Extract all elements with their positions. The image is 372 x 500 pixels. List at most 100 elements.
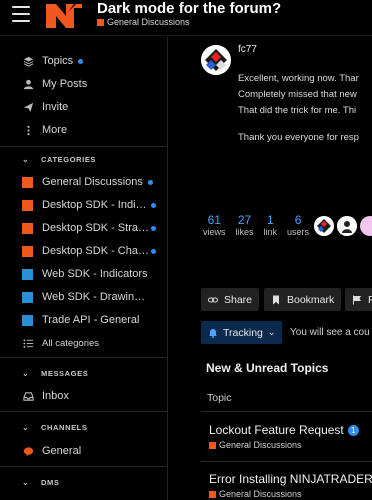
topic-link[interactable]: Lockout Feature Request xyxy=(209,423,344,437)
unread-indicator-dot xyxy=(78,58,84,64)
sidebar-item-category[interactable]: Web SDK - Indicators xyxy=(0,263,167,285)
sidebar-item-label: General xyxy=(42,445,82,457)
sidebar-divider xyxy=(0,146,167,147)
stat-value: 6 xyxy=(294,213,302,227)
sidebar-item-all-categories[interactable]: All categories xyxy=(0,332,167,354)
post-text-line: That did the trick for me. Thi xyxy=(238,105,357,116)
topic-title[interactable]: Dark mode for the forum? xyxy=(97,0,281,17)
topic-category-label: General Discussions xyxy=(219,489,302,499)
sidebar-item-label: All categories xyxy=(42,337,100,349)
top-header: Dark mode for the forum? General Discuss… xyxy=(0,0,372,36)
sidebar-item-inbox[interactable]: Inbox xyxy=(0,385,167,407)
unread-indicator-dot xyxy=(151,225,156,231)
stat-label: likes xyxy=(235,227,254,237)
sidebar-item-topics[interactable]: Topics xyxy=(0,50,167,72)
unread-count-badge[interactable]: 1 xyxy=(347,424,359,436)
sidebar-item-label: Desktop SDK - Char... xyxy=(42,245,150,257)
share-button[interactable]: Share xyxy=(201,288,260,311)
new-unread-heading: New & Unread Topics xyxy=(206,361,329,375)
topic-category[interactable]: General Discussions xyxy=(209,489,302,499)
chevron-down-icon: ⌄ xyxy=(267,327,276,337)
post-text-line: Completely missed that new xyxy=(238,89,357,100)
post-username[interactable]: fc77 xyxy=(238,44,257,55)
topic-category[interactable]: General Discussions xyxy=(97,17,190,27)
chevron-down-icon: ⌄ xyxy=(22,368,30,378)
sidebar-item-label: General Discussions xyxy=(42,176,143,188)
sidebar-item-channel-general[interactable]: General xyxy=(0,440,167,462)
stat-views: 61 views xyxy=(203,213,226,237)
sidebar-item-category[interactable]: Desktop SDK - Char... xyxy=(0,240,167,262)
topic-category-label: General Discussions xyxy=(107,17,190,27)
avatar[interactable] xyxy=(360,216,372,236)
sidebar-item-label: More xyxy=(42,124,68,136)
avatar[interactable] xyxy=(314,216,334,236)
sidebar-item-category[interactable]: General Discussions xyxy=(0,171,167,193)
sidebar-item-label: Trade API - General xyxy=(42,314,140,326)
unread-indicator-dot xyxy=(147,179,153,185)
sidebar-item-category[interactable]: Desktop SDK - Indic... xyxy=(0,194,167,216)
link-icon xyxy=(208,297,218,302)
avatar[interactable] xyxy=(201,45,231,75)
main-content: fc77 Excellent, working now. Thar Comple… xyxy=(169,37,372,500)
flag-icon xyxy=(353,295,361,304)
bookmark-button[interactable]: Bookmark xyxy=(264,288,342,311)
post-text-line: Excellent, working now. Thar xyxy=(238,73,359,84)
sidebar-item-more[interactable]: More xyxy=(0,119,167,141)
sidebar-item-label: Topics xyxy=(42,55,74,67)
sidebar: Topics My Posts Invite More ⌄ CATEGORIES… xyxy=(0,37,168,500)
sidebar-item-invite[interactable]: Invite xyxy=(0,96,167,118)
sidebar-item-label: Web SDK - Indicators xyxy=(42,268,148,280)
categories-heading: CATEGORIES xyxy=(41,154,97,164)
category-color-swatch xyxy=(22,268,33,280)
hamburger-menu-icon[interactable] xyxy=(12,6,30,22)
dms-section-header[interactable]: ⌄ DMS xyxy=(0,474,167,490)
chevron-down-icon: ⌄ xyxy=(22,154,30,164)
messages-section-header[interactable]: ⌄ MESSAGES xyxy=(0,365,167,381)
sidebar-item-category[interactable]: Desktop SDK - Strat... xyxy=(0,217,167,239)
sidebar-divider xyxy=(0,357,167,358)
unread-indicator-dot xyxy=(151,202,156,208)
sidebar-divider xyxy=(0,411,167,412)
sidebar-item-category[interactable]: Web SDK - Drawing To... xyxy=(0,286,167,308)
category-color-swatch xyxy=(97,18,104,26)
stat-label: views xyxy=(203,227,226,237)
stat-label: link xyxy=(263,227,278,237)
topic-category[interactable]: General Discussions xyxy=(209,440,302,450)
categories-section-header[interactable]: ⌄ CATEGORIES xyxy=(0,151,167,167)
tracking-note: You will see a cou xyxy=(290,327,370,338)
topic-stats: 61 views 27 likes 1 link 6 users xyxy=(203,213,319,237)
tracking-dropdown[interactable]: Tracking ⌄ xyxy=(201,321,283,344)
paper-plane-icon xyxy=(22,101,34,113)
chevron-down-icon: ⌄ xyxy=(22,422,30,432)
inbox-icon xyxy=(22,390,34,402)
flag-button[interactable]: F xyxy=(345,288,372,311)
channels-section-header[interactable]: ⌄ CHANNELS xyxy=(0,419,167,435)
stack-icon xyxy=(22,55,34,67)
list-icon xyxy=(22,337,34,349)
user-icon xyxy=(22,78,34,90)
channels-heading: CHANNELS xyxy=(41,422,88,432)
sidebar-item-category[interactable]: Trade API - General xyxy=(0,309,167,331)
topic-category-label: General Discussions xyxy=(219,440,302,450)
stat-value: 61 xyxy=(207,213,221,227)
column-header-topic[interactable]: Topic xyxy=(207,392,232,404)
site-logo[interactable] xyxy=(44,0,84,30)
category-color-swatch xyxy=(22,291,33,303)
stat-label: users xyxy=(287,227,310,237)
sidebar-item-label: Invite xyxy=(42,101,69,113)
sidebar-item-label: Inbox xyxy=(42,390,69,402)
table-row[interactable]: Error Installing NINJATRADER xyxy=(209,472,372,486)
tracking-label: Tracking xyxy=(223,326,263,339)
category-color-swatch xyxy=(22,222,33,234)
chat-bubble-icon xyxy=(22,445,34,457)
stat-likes: 27 likes xyxy=(236,213,254,237)
avatar[interactable] xyxy=(337,216,357,236)
dms-heading: DMS xyxy=(41,477,60,487)
sidebar-item-label: My Posts xyxy=(42,78,88,90)
topic-link[interactable]: Error Installing NINJATRADER xyxy=(209,472,372,486)
sidebar-item-my-posts[interactable]: My Posts xyxy=(0,73,167,95)
table-row[interactable]: Lockout Feature Request 1 xyxy=(209,423,359,437)
category-color-swatch xyxy=(22,245,33,257)
category-color-swatch xyxy=(22,199,33,211)
category-color-swatch xyxy=(209,441,216,449)
